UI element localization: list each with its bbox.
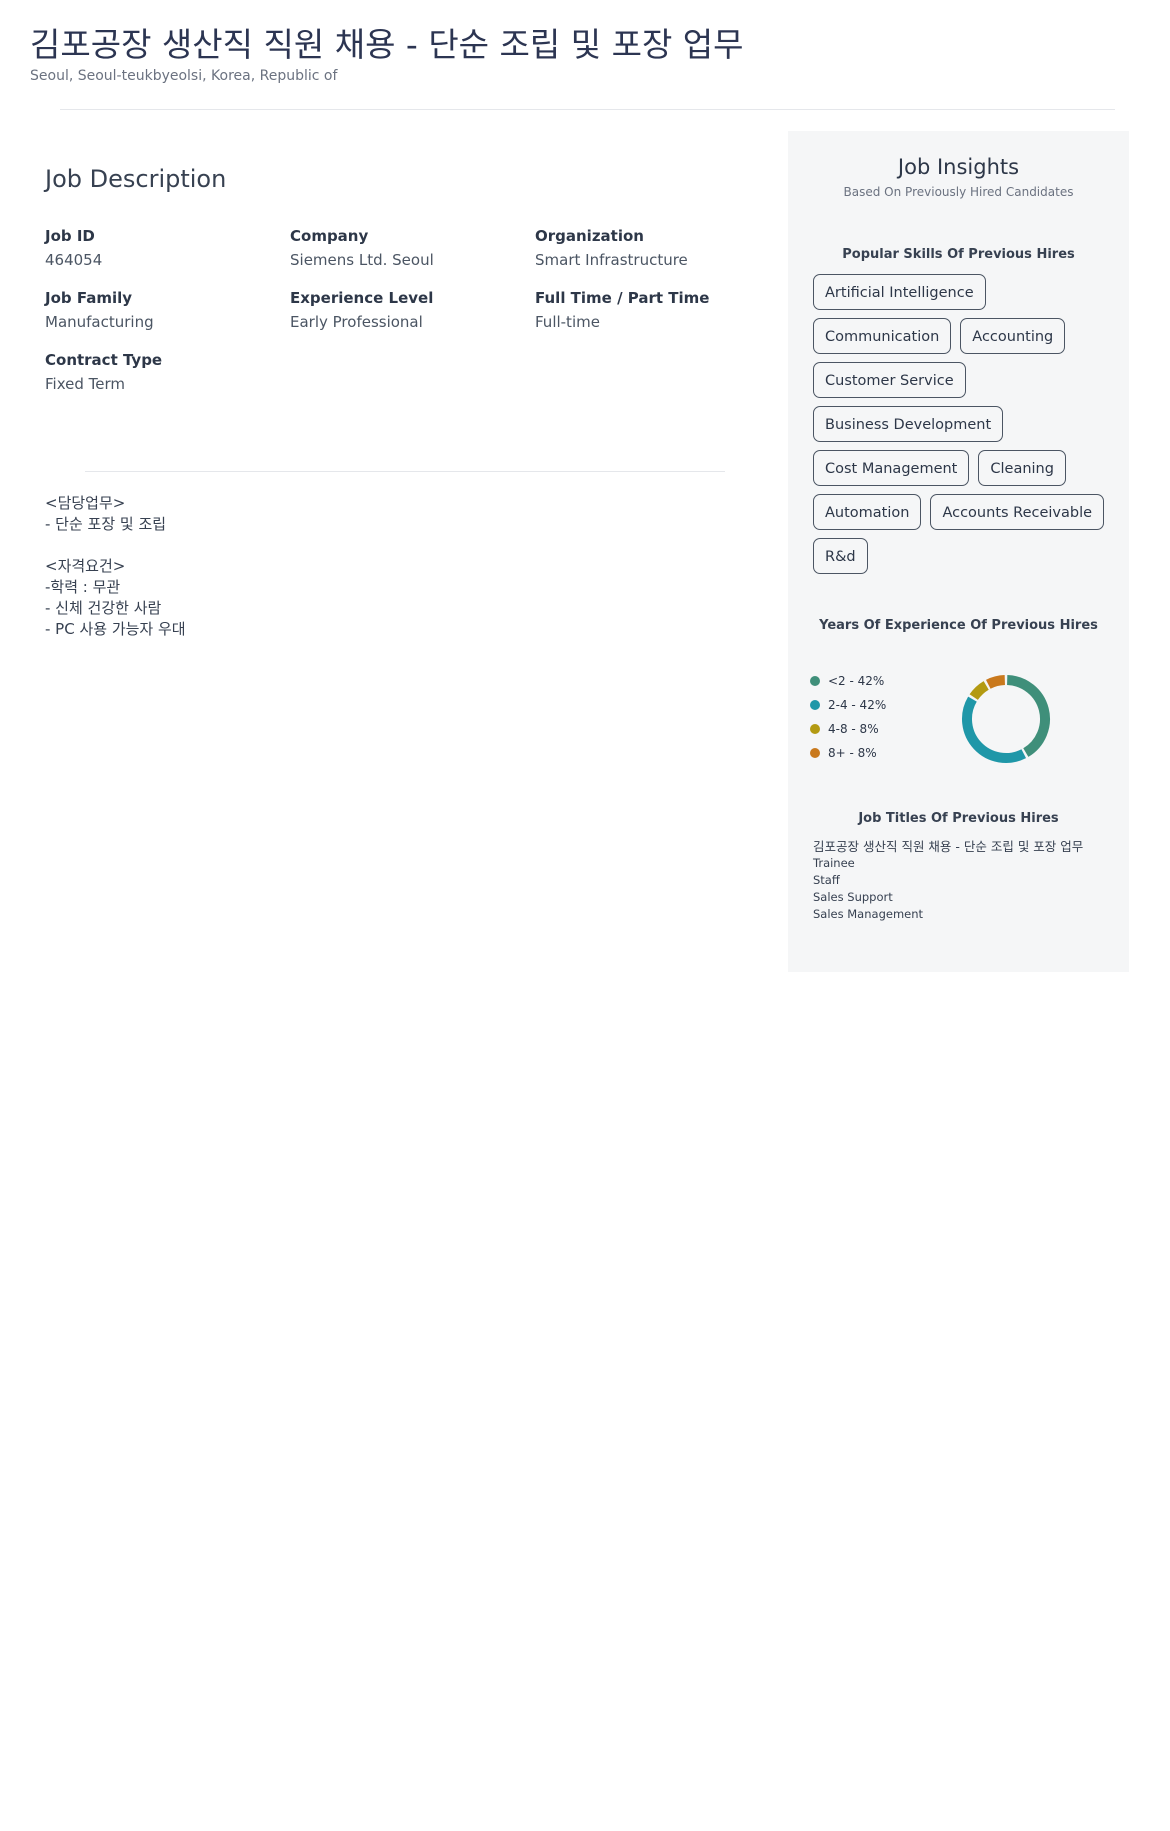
donut-segment-3	[985, 675, 1006, 689]
legend-label: <2 - 42%	[828, 674, 885, 688]
skill-chip[interactable]: R&d	[813, 538, 868, 574]
field-value: Full-time	[535, 313, 600, 331]
content-divider	[85, 471, 725, 472]
field-value: Fixed Term	[45, 375, 125, 393]
skill-chip[interactable]: Cost Management	[813, 450, 970, 486]
job-titles-list: 김포공장 생산직 직원 채용 - 단순 조립 및 포장 업무 Trainee S…	[788, 826, 1129, 923]
experience-chart: <2 - 42% 2-4 - 42% 4-8 - 8% 8+ - 8%	[788, 633, 1129, 763]
field-experience-level: Experience Level Early Professional	[290, 289, 535, 331]
field-contract-type: Contract Type Fixed Term	[45, 351, 290, 393]
legend-dot	[810, 676, 820, 686]
description-line: <담당업무>	[45, 494, 126, 512]
skill-chip[interactable]: Automation	[813, 494, 922, 530]
experience-legend: <2 - 42% 2-4 - 42% 4-8 - 8% 8+ - 8%	[810, 669, 886, 765]
job-location: Seoul, Seoul-teukbyeolsi, Korea, Republi…	[30, 68, 338, 84]
field-value: Early Professional	[290, 313, 423, 331]
field-job-family: Job Family Manufacturing	[45, 289, 290, 331]
field-value: 464054	[45, 251, 103, 269]
field-value: Siemens Ltd. Seoul	[290, 251, 434, 269]
job-description-text: <담당업무> - 단순 포장 및 조립 <자격요건> -학력 : 무관 - 신체…	[45, 493, 186, 640]
job-title-item: Sales Support	[813, 890, 893, 904]
insights-title: Job Insights	[897, 155, 1020, 179]
job-title-item: Staff	[813, 873, 840, 887]
legend-dot	[810, 700, 820, 710]
field-job-id: Job ID 464054	[45, 227, 290, 269]
skill-chip[interactable]: Communication	[813, 318, 952, 354]
skills-title: Popular Skills Of Previous Hires	[842, 247, 1075, 262]
description-line: - PC 사용 가능자 우대	[45, 620, 186, 638]
field-value: Manufacturing	[45, 313, 154, 331]
description-line: - 단순 포장 및 조립	[45, 515, 167, 533]
skill-chip[interactable]: Cleaning	[978, 450, 1066, 486]
job-details-grid: Job ID 464054 Company Siemens Ltd. Seoul…	[45, 227, 725, 393]
description-line: - 신체 건강한 사람	[45, 599, 162, 617]
skill-chip[interactable]: Business Development	[813, 406, 1004, 442]
field-label: Contract Type	[45, 351, 163, 369]
legend-label: 2-4 - 42%	[828, 698, 887, 712]
job-title-item: Trainee	[813, 856, 855, 870]
field-label: Full Time / Part Time	[535, 289, 710, 307]
job-insights-panel: Job Insights Based On Previously Hired C…	[788, 131, 1129, 972]
page-title: 김포공장 생산직 직원 채용 - 단순 조립 및 포장 업무	[30, 25, 744, 64]
legend-item: 4-8 - 8%	[810, 717, 886, 741]
job-title-item: 김포공장 생산직 직원 채용 - 단순 조립 및 포장 업무	[813, 839, 1084, 854]
skill-chip[interactable]: Customer Service	[813, 362, 966, 398]
job-description-section: Job Description Job ID 464054 Company Si…	[45, 165, 725, 638]
legend-item: 8+ - 8%	[810, 741, 886, 765]
description-line: <자격요건>	[45, 557, 126, 575]
description-line: -학력 : 무관	[45, 578, 121, 596]
legend-label: 4-8 - 8%	[828, 722, 879, 736]
experience-title: Years Of Experience Of Previous Hires	[819, 618, 1098, 633]
skill-chip[interactable]: Accounting	[960, 318, 1066, 354]
job-titles-title: Job Titles Of Previous Hires	[858, 811, 1059, 826]
field-value: Smart Infrastructure	[535, 251, 688, 269]
header-divider	[60, 109, 1115, 110]
donut-segment-2	[969, 681, 989, 701]
legend-dot	[810, 724, 820, 734]
field-label: Job Family	[45, 289, 133, 307]
job-title-item: Sales Management	[813, 907, 924, 921]
field-employment-type: Full Time / Part Time Full-time	[535, 289, 725, 331]
section-title: Job Description	[45, 165, 227, 193]
field-label: Organization	[535, 227, 644, 245]
field-organization: Organization Smart Infrastructure	[535, 227, 725, 269]
field-company: Company Siemens Ltd. Seoul	[290, 227, 535, 269]
legend-item: 2-4 - 42%	[810, 693, 886, 717]
insights-subtitle: Based On Previously Hired Candidates	[843, 185, 1074, 199]
skill-chip[interactable]: Artificial Intelligence	[813, 274, 986, 310]
experience-donut-chart	[962, 675, 1050, 763]
legend-dot	[810, 748, 820, 758]
skills-list: Artificial Intelligence Communication Ac…	[788, 262, 1129, 574]
skill-chip[interactable]: Accounts Receivable	[930, 494, 1105, 530]
field-label: Experience Level	[290, 289, 434, 307]
page-header: 김포공장 생산직 직원 채용 - 단순 조립 및 포장 업무 Seoul, Se…	[30, 18, 744, 84]
field-label: Job ID	[45, 227, 95, 245]
donut-segment-1	[962, 696, 1027, 763]
legend-label: 8+ - 8%	[828, 746, 877, 760]
description-blank-line	[45, 535, 186, 556]
donut-segment-0	[1006, 675, 1050, 757]
field-label: Company	[290, 227, 369, 245]
legend-item: <2 - 42%	[810, 669, 886, 693]
